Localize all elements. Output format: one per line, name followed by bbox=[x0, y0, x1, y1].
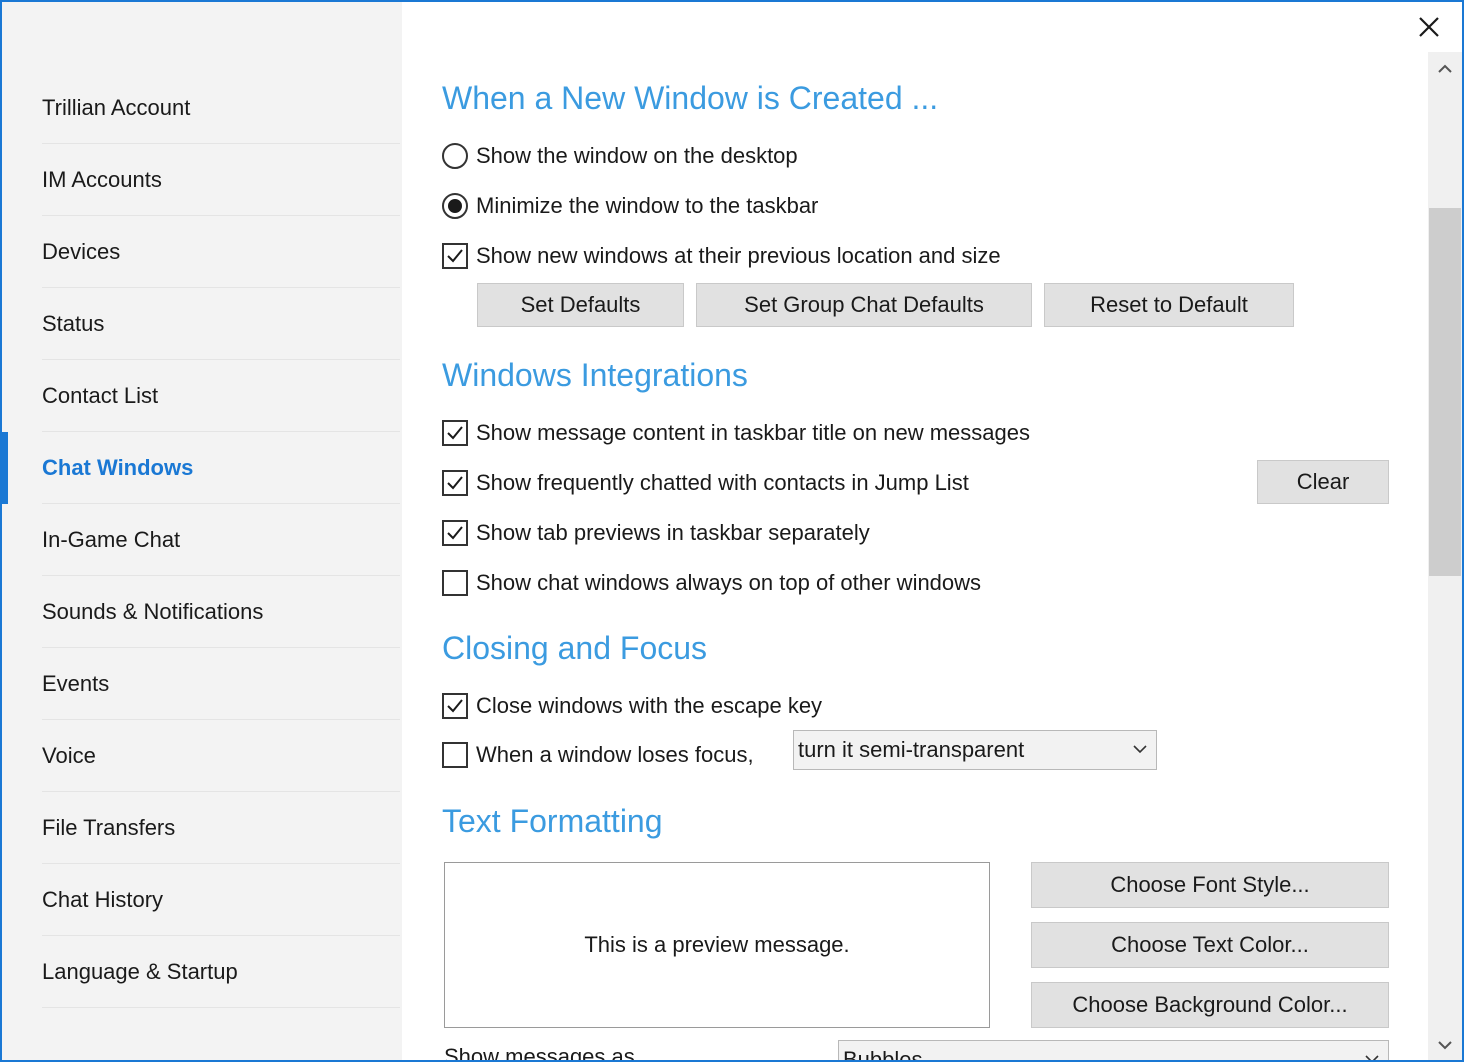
sidebar-item-language-startup[interactable]: Language & Startup bbox=[42, 936, 400, 1008]
preferences-window: Trillian Account IM Accounts Devices Sta… bbox=[0, 0, 1464, 1062]
clear-jump-list-button[interactable]: Clear bbox=[1257, 460, 1389, 504]
radio-button[interactable] bbox=[442, 143, 468, 169]
radio-minimize-taskbar[interactable]: Minimize the window to the taskbar bbox=[442, 191, 818, 221]
checkbox-unchecked[interactable] bbox=[442, 570, 468, 596]
sidebar-item-label: Chat History bbox=[42, 886, 164, 912]
sidebar-item-label: Language & Startup bbox=[42, 958, 238, 984]
checkmark-icon bbox=[447, 526, 463, 540]
select-value: Bubbles bbox=[843, 1047, 923, 1062]
option-label: Show frequently chatted with contacts in… bbox=[476, 470, 969, 495]
sidebar-item-chat-windows[interactable]: Chat Windows bbox=[2, 432, 400, 504]
sidebar-item-label: Voice bbox=[42, 742, 96, 768]
section-title-text-formatting: Text Formatting bbox=[442, 803, 663, 839]
select-value: turn it semi-transparent bbox=[798, 737, 1025, 762]
show-messages-select[interactable]: Bubbles bbox=[838, 1040, 1389, 1062]
choose-text-color-button[interactable]: Choose Text Color... bbox=[1031, 922, 1389, 968]
choose-font-style-button[interactable]: Choose Font Style... bbox=[1031, 862, 1389, 908]
sidebar-item-label: File Transfers bbox=[42, 814, 176, 840]
vertical-scrollbar[interactable] bbox=[1428, 52, 1462, 1060]
set-defaults-button[interactable]: Set Defaults bbox=[477, 283, 684, 327]
active-indicator bbox=[2, 432, 8, 504]
sidebar-item-label: Contact List bbox=[42, 382, 159, 408]
scroll-up-button[interactable] bbox=[1428, 52, 1462, 86]
option-label: Show the window on the desktop bbox=[476, 143, 798, 168]
checkbox-jump-list[interactable]: Show frequently chatted with contacts in… bbox=[442, 468, 969, 498]
checkbox-previous-location[interactable]: Show new windows at their previous locat… bbox=[442, 241, 1001, 271]
checkbox-unchecked[interactable] bbox=[442, 742, 468, 768]
section-title-new-window: When a New Window is Created ... bbox=[442, 80, 939, 116]
scroll-thumb[interactable] bbox=[1429, 208, 1461, 576]
checkbox-tab-previews[interactable]: Show tab previews in taskbar separately bbox=[442, 518, 870, 548]
sidebar-item-label: IM Accounts bbox=[42, 166, 162, 192]
sidebar-item-label: Trillian Account bbox=[42, 94, 191, 120]
sidebar: Trillian Account IM Accounts Devices Sta… bbox=[2, 2, 402, 1060]
checkmark-icon bbox=[447, 699, 463, 713]
settings-content: When a New Window is Created ... Show th… bbox=[442, 2, 1432, 1062]
sidebar-item-label: In-Game Chat bbox=[42, 526, 181, 552]
sidebar-item-contact-list[interactable]: Contact List bbox=[42, 360, 400, 432]
sidebar-item-label: Sounds & Notifications bbox=[42, 598, 264, 624]
option-label: Show new windows at their previous locat… bbox=[476, 243, 1001, 268]
sidebar-item-devices[interactable]: Devices bbox=[42, 216, 400, 288]
checkmark-icon bbox=[447, 426, 463, 440]
checkbox-checked[interactable] bbox=[442, 470, 468, 496]
option-label: Minimize the window to the taskbar bbox=[476, 193, 819, 218]
sidebar-item-label: Events bbox=[42, 670, 110, 696]
checkbox-checked[interactable] bbox=[442, 520, 468, 546]
sidebar-item-label: Status bbox=[42, 310, 105, 336]
sidebar-item-status[interactable]: Status bbox=[42, 288, 400, 360]
sidebar-item-file-transfers[interactable]: File Transfers bbox=[42, 792, 400, 864]
sidebar-item-label: Chat Windows bbox=[42, 454, 194, 480]
checkbox-checked[interactable] bbox=[442, 693, 468, 719]
sidebar-item-label: Devices bbox=[42, 238, 121, 264]
checkbox-checked[interactable] bbox=[442, 243, 468, 269]
option-label: Show message content in taskbar title on… bbox=[476, 420, 1030, 445]
radio-button-selected[interactable] bbox=[442, 193, 468, 219]
choose-background-color-button[interactable]: Choose Background Color... bbox=[1031, 982, 1389, 1028]
sidebar-item-sounds-notifications[interactable]: Sounds & Notifications bbox=[42, 576, 400, 648]
option-label: Close windows with the escape key bbox=[476, 693, 823, 718]
checkbox-escape-key[interactable]: Close windows with the escape key bbox=[442, 691, 822, 721]
sidebar-item-voice[interactable]: Voice bbox=[42, 720, 400, 792]
sidebar-item-chat-history[interactable]: Chat History bbox=[42, 864, 400, 936]
checkbox-loses-focus[interactable]: When a window loses focus, bbox=[442, 740, 754, 770]
sidebar-nav: Trillian Account IM Accounts Devices Sta… bbox=[2, 72, 400, 1008]
scroll-down-button[interactable] bbox=[1428, 1028, 1462, 1060]
checkbox-message-content[interactable]: Show message content in taskbar title on… bbox=[442, 418, 1030, 448]
option-label: Show tab previews in taskbar separately bbox=[476, 520, 870, 545]
checkmark-icon bbox=[447, 249, 463, 263]
checkbox-always-on-top[interactable]: Show chat windows always on top of other… bbox=[442, 568, 981, 598]
focus-action-select[interactable]: turn it semi-transparent bbox=[793, 730, 1157, 770]
set-group-chat-defaults-button[interactable]: Set Group Chat Defaults bbox=[696, 283, 1032, 327]
chevron-down-icon bbox=[1133, 745, 1147, 754]
preview-text: This is a preview message. bbox=[584, 932, 850, 957]
sidebar-item-im-accounts[interactable]: IM Accounts bbox=[42, 144, 400, 216]
reset-to-default-button[interactable]: Reset to Default bbox=[1044, 283, 1294, 327]
message-preview-box: This is a preview message. bbox=[444, 862, 990, 1028]
chevron-up-icon bbox=[1438, 64, 1452, 73]
sidebar-item-trillian-account[interactable]: Trillian Account bbox=[42, 72, 400, 144]
checkmark-icon bbox=[447, 476, 463, 490]
chevron-down-icon bbox=[1438, 1041, 1452, 1050]
sidebar-item-events[interactable]: Events bbox=[42, 648, 400, 720]
radio-show-desktop[interactable]: Show the window on the desktop bbox=[442, 141, 798, 171]
checkbox-checked[interactable] bbox=[442, 420, 468, 446]
chevron-down-icon bbox=[1365, 1055, 1379, 1060]
option-label: When a window loses focus, bbox=[476, 742, 754, 767]
sidebar-item-in-game-chat[interactable]: In-Game Chat bbox=[42, 504, 400, 576]
section-title-closing-focus: Closing and Focus bbox=[442, 630, 708, 666]
option-label: Show chat windows always on top of other… bbox=[476, 570, 982, 595]
section-title-windows-integrations: Windows Integrations bbox=[442, 357, 748, 393]
show-messages-as-label: Show messages as bbox=[444, 1044, 635, 1062]
